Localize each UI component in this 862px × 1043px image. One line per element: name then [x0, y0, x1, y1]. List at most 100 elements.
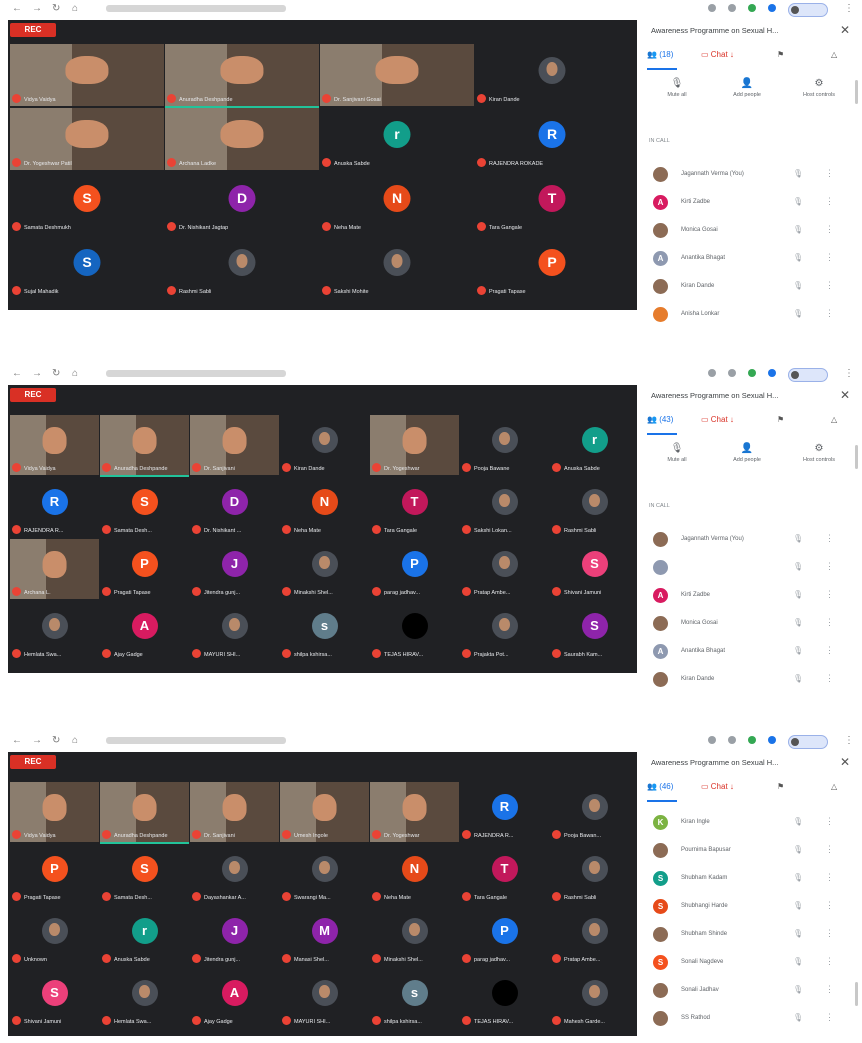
tab-chat[interactable]: ▭ Chat ↓ [701, 50, 734, 59]
extension-icon[interactable] [708, 4, 716, 12]
participant-tile[interactable]: Dr. Yogeshwar Patil [10, 108, 164, 170]
more-options-icon[interactable]: ⋮ [825, 533, 834, 544]
extension-icon[interactable] [748, 4, 756, 12]
participant-tile[interactable]: Kiran Dande [475, 44, 629, 106]
reload-icon[interactable]: ↻ [52, 3, 60, 15]
participant-tile[interactable]: Dr. Sanjivani [190, 782, 279, 842]
address-bar[interactable] [106, 5, 286, 12]
participant-tile[interactable]: TEJAS HIRAV... [460, 968, 549, 1028]
mic-off-icon[interactable]: 🎙 [793, 562, 803, 571]
participant-tile[interactable]: MAYURI SHI... [280, 968, 369, 1028]
participant-tile[interactable]: Rashmi Sabli [165, 236, 319, 298]
participant-tile[interactable]: Pooja Bawan... [550, 782, 639, 842]
participant-tile[interactable]: Vidya Vaidya [10, 782, 99, 842]
participant-tile[interactable]: Kiran Dande [280, 415, 369, 475]
participant-tile[interactable]: Dr. Yogeshwar [370, 415, 459, 475]
mic-off-icon[interactable]: 🎙 [793, 985, 803, 994]
participant-tile[interactable]: R RAJENDRA R... [10, 477, 99, 537]
scrollbar[interactable] [855, 80, 858, 104]
menu-icon[interactable]: ⋮ [844, 368, 854, 380]
profile-button[interactable] [788, 3, 828, 17]
participant-tile[interactable]: Pparag jadhav... [370, 539, 459, 599]
more-options-icon[interactable]: ⋮ [825, 168, 834, 179]
address-bar[interactable] [106, 737, 286, 744]
more-options-icon[interactable]: ⋮ [825, 872, 834, 883]
participant-tile[interactable]: TEJAS HIRAV... [370, 601, 459, 661]
more-options-icon[interactable]: ⋮ [825, 224, 834, 235]
participant-tile[interactable]: S Sujal Mahadik [10, 236, 164, 298]
more-options-icon[interactable]: ⋮ [825, 280, 834, 291]
menu-icon[interactable]: ⋮ [844, 735, 854, 747]
close-icon[interactable]: ✕ [840, 755, 850, 769]
tab-people[interactable]: 👥 (46) [647, 782, 673, 791]
participant-tile[interactable]: r Anuska Sabde [320, 108, 474, 170]
reload-icon[interactable]: ↻ [52, 368, 60, 380]
shapes-icon[interactable]: △ [831, 415, 837, 424]
participant-tile[interactable]: Dayashankar A... [190, 844, 279, 904]
participant-tile[interactable]: N Neha Mate [280, 477, 369, 537]
participant-tile[interactable]: Rashmi Sabli [550, 844, 639, 904]
address-bar[interactable] [106, 370, 286, 377]
people-list-item[interactable]: A Anantika Bhagat 🎙 ⋮ [639, 246, 858, 272]
scrollbar[interactable] [855, 445, 858, 469]
extension-icon[interactable] [728, 4, 736, 12]
participant-tile[interactable]: D Dr. Nishikant ... [190, 477, 279, 537]
people-list-item[interactable]: Kiran Dande 🎙 ⋮ [639, 274, 858, 300]
mic-off-icon[interactable]: 🎙 [793, 169, 803, 178]
people-list-item[interactable]: Monica Gosai 🎙 ⋮ [639, 611, 858, 637]
people-list-item[interactable]: A Kirti Zadbe 🎙 ⋮ [639, 190, 858, 216]
extension-icon[interactable] [708, 369, 716, 377]
participant-tile[interactable]: N Neha Mate [370, 844, 459, 904]
participant-tile[interactable]: s shilpa kshirsa... [370, 968, 459, 1028]
home-icon[interactable]: ⌂ [72, 3, 78, 15]
participant-tile[interactable]: Hemlata Swa... [10, 601, 99, 661]
forward-icon[interactable]: → [32, 368, 42, 380]
participant-tile[interactable]: T Tara Gangale [460, 844, 549, 904]
mic-off-icon[interactable]: 🎙 [793, 817, 803, 826]
mic-off-icon[interactable]: 🎙 [793, 534, 803, 543]
people-list-item[interactable]: S Shubham Kadam 🎙 ⋮ [639, 866, 858, 892]
profile-button[interactable] [788, 735, 828, 749]
mic-off-icon[interactable]: 🎙 [793, 929, 803, 938]
mic-off-icon[interactable]: 🎙 [793, 253, 803, 262]
people-list-item[interactable]: Pournima Bapusar 🎙 ⋮ [639, 838, 858, 864]
participant-tile[interactable]: Sakshi Lokan... [460, 477, 549, 537]
participant-tile[interactable]: r Anuska Sabde [100, 906, 189, 966]
extension-icon[interactable] [768, 369, 776, 377]
participant-tile[interactable]: Vidya Vaidya [10, 415, 99, 475]
add-people-button[interactable]: 👤 Add people [717, 78, 777, 98]
more-options-icon[interactable]: ⋮ [825, 900, 834, 911]
mic-off-icon[interactable]: 🎙 [793, 197, 803, 206]
forward-icon[interactable]: → [32, 3, 42, 15]
add-people-button[interactable]: 👤 Add people [717, 443, 777, 463]
more-options-icon[interactable]: ⋮ [825, 928, 834, 939]
people-list-item[interactable]: Jagannath Verma (You) 🎙 ⋮ [639, 527, 858, 553]
participant-tile[interactable]: Minakshi Shel... [280, 539, 369, 599]
activities-icon[interactable]: ⚑ [777, 782, 784, 791]
people-list-item[interactable]: S Sonali Nagdeve 🎙 ⋮ [639, 950, 858, 976]
shapes-icon[interactable]: △ [831, 50, 837, 59]
more-options-icon[interactable]: ⋮ [825, 956, 834, 967]
people-list-item[interactable]: 🎙 ⋮ [639, 555, 858, 581]
participant-tile[interactable]: Pooja Bawane [460, 415, 549, 475]
participant-tile[interactable]: P Pragati Tapase [10, 844, 99, 904]
people-list-item[interactable]: A Kirti Zadbe 🎙 ⋮ [639, 583, 858, 609]
more-options-icon[interactable]: ⋮ [825, 816, 834, 827]
extension-icon[interactable] [748, 736, 756, 744]
participant-tile[interactable]: R RAJENDRA R... [460, 782, 549, 842]
activities-icon[interactable]: ⚑ [777, 415, 784, 424]
mic-off-icon[interactable]: 🎙 [793, 901, 803, 910]
participant-tile[interactable]: Archana Ladke [165, 108, 319, 170]
mic-off-icon[interactable]: 🎙 [793, 309, 803, 318]
more-options-icon[interactable]: ⋮ [825, 252, 834, 263]
participant-tile[interactable]: M Manasi Shel... [280, 906, 369, 966]
host-controls-button[interactable]: ⚙ Host controls [789, 443, 849, 463]
forward-icon[interactable]: → [32, 735, 42, 747]
participant-tile[interactable]: Dr. Sanjivani Gosai [320, 44, 474, 106]
participant-tile[interactable]: Anuradha Deshpande [100, 782, 189, 844]
people-list-item[interactable]: Jagannath Verma (You) 🎙 ⋮ [639, 162, 858, 188]
more-options-icon[interactable]: ⋮ [825, 617, 834, 628]
mic-off-icon[interactable]: 🎙 [793, 957, 803, 966]
participant-tile[interactable]: J Jitendra gunj... [190, 906, 279, 966]
mic-off-icon[interactable]: 🎙 [793, 618, 803, 627]
